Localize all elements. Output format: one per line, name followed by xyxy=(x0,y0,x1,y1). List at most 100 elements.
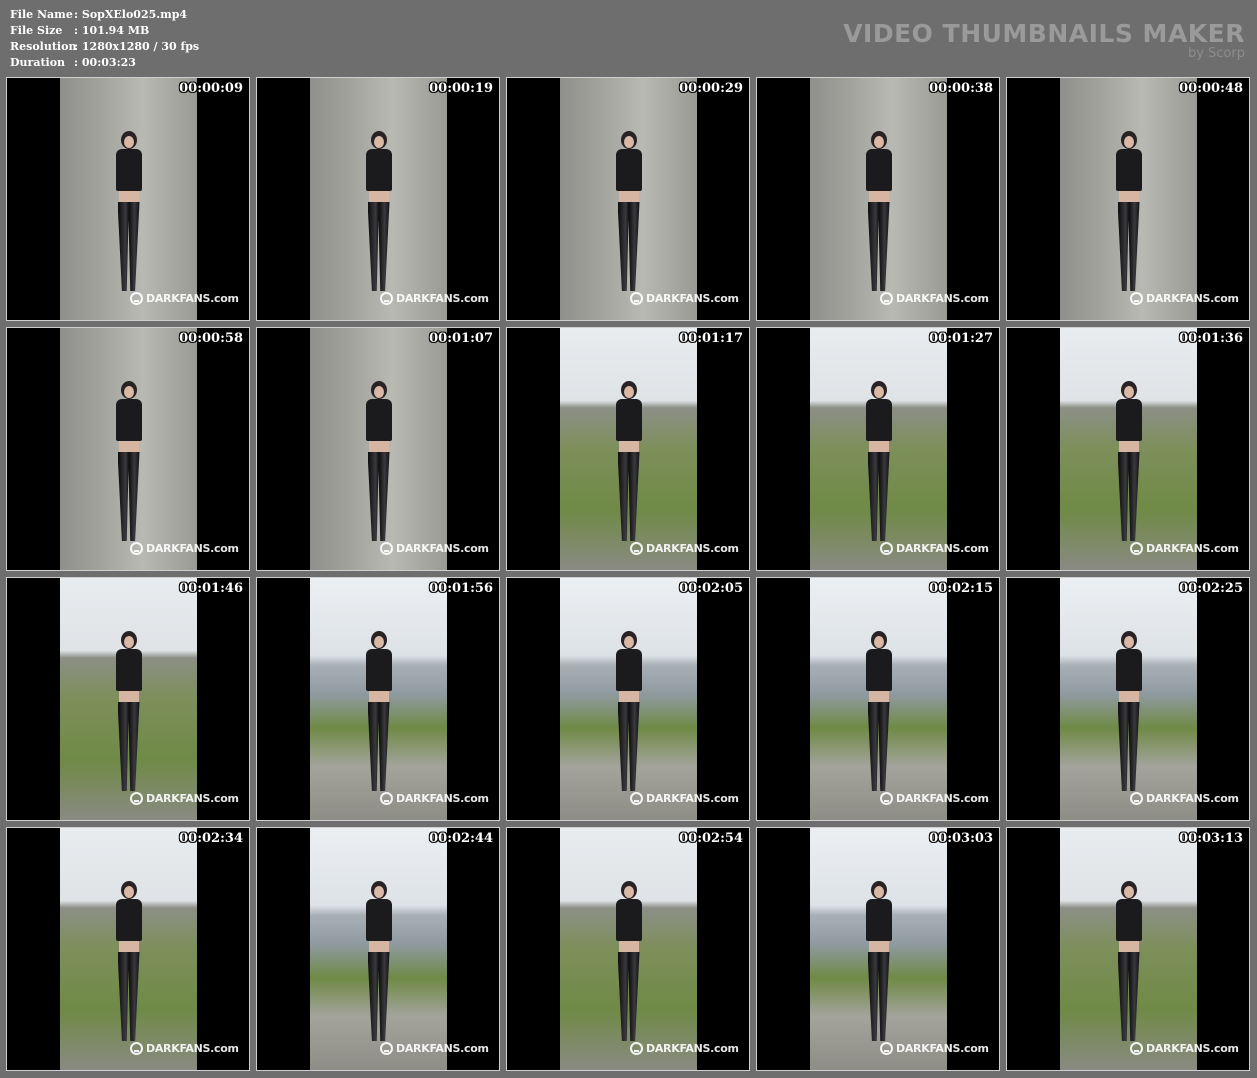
thumbnail[interactable]: 00:02:44 DARKFANS.com xyxy=(256,827,500,1071)
resolution-row: Resolution : 1280x1280 / 30 fps xyxy=(10,39,199,55)
thumbnail[interactable]: 00:01:27 DARKFANS.com xyxy=(756,327,1000,571)
watermark: DARKFANS.com xyxy=(880,1042,989,1055)
thumbnail-image xyxy=(1060,328,1197,570)
watermark-text: DARKFANS.com xyxy=(896,292,989,305)
watermark-text: DARKFANS.com xyxy=(146,1042,239,1055)
watermark-logo-icon xyxy=(630,292,643,305)
timestamp: 00:02:25 xyxy=(1179,581,1243,596)
watermark: DARKFANS.com xyxy=(630,542,739,555)
thumbnail[interactable]: 00:03:03 DARKFANS.com xyxy=(756,827,1000,1071)
thumbnail-image xyxy=(560,78,697,320)
thumbnail[interactable]: 00:02:25 DARKFANS.com xyxy=(1006,577,1250,821)
timestamp: 00:01:27 xyxy=(929,331,993,346)
thumbnail-image xyxy=(310,328,447,570)
watermark-logo-icon xyxy=(880,792,893,805)
person-figure xyxy=(1115,631,1142,791)
thumbnail[interactable]: 00:02:15 DARKFANS.com xyxy=(756,577,1000,821)
thumbnail-image xyxy=(810,78,947,320)
thumbnail[interactable]: 00:00:48 DARKFANS.com xyxy=(1006,77,1250,321)
timestamp: 00:02:05 xyxy=(679,581,743,596)
watermark-logo-icon xyxy=(630,792,643,805)
watermark-text: DARKFANS.com xyxy=(146,542,239,555)
watermark-logo-icon xyxy=(130,1042,143,1055)
person-figure xyxy=(865,131,892,291)
person-figure xyxy=(1115,131,1142,291)
watermark: DARKFANS.com xyxy=(380,542,489,555)
timestamp: 00:01:17 xyxy=(679,331,743,346)
thumbnail-image xyxy=(60,578,197,820)
watermark: DARKFANS.com xyxy=(880,292,989,305)
watermark: DARKFANS.com xyxy=(630,292,739,305)
watermark-text: DARKFANS.com xyxy=(146,292,239,305)
person-figure xyxy=(115,631,142,791)
watermark-logo-icon xyxy=(1130,542,1143,555)
thumbnail-image xyxy=(560,328,697,570)
file-name-row: File Name : SopXElo025.mp4 xyxy=(10,7,199,23)
thumbnail[interactable]: 00:00:58 DARKFANS.com xyxy=(6,327,250,571)
watermark-text: DARKFANS.com xyxy=(396,542,489,555)
watermark-text: DARKFANS.com xyxy=(1146,1042,1239,1055)
timestamp: 00:01:36 xyxy=(1179,331,1243,346)
watermark: DARKFANS.com xyxy=(880,792,989,805)
thumbnail[interactable]: 00:00:19 DARKFANS.com xyxy=(256,77,500,321)
watermark: DARKFANS.com xyxy=(1130,1042,1239,1055)
file-size-label: File Size xyxy=(10,24,63,37)
thumbnail[interactable]: 00:01:36 DARKFANS.com xyxy=(1006,327,1250,571)
thumbnail-image xyxy=(60,78,197,320)
person-figure xyxy=(865,631,892,791)
timestamp: 00:00:19 xyxy=(429,81,493,96)
watermark-logo-icon xyxy=(380,1042,393,1055)
timestamp: 00:01:07 xyxy=(429,331,493,346)
person-figure xyxy=(115,131,142,291)
thumbnail[interactable]: 00:03:13 DARKFANS.com xyxy=(1006,827,1250,1071)
timestamp: 00:01:56 xyxy=(429,581,493,596)
watermark-text: DARKFANS.com xyxy=(146,792,239,805)
watermark: DARKFANS.com xyxy=(380,1042,489,1055)
watermark-logo-icon xyxy=(880,542,893,555)
thumbnail[interactable]: 00:01:07 DARKFANS.com xyxy=(256,327,500,571)
thumbnail-image xyxy=(810,328,947,570)
person-figure xyxy=(365,881,392,1041)
watermark: DARKFANS.com xyxy=(380,792,489,805)
duration-label: Duration xyxy=(10,56,66,69)
watermark: DARKFANS.com xyxy=(1130,542,1239,555)
thumbnail[interactable]: 00:01:46 DARKFANS.com xyxy=(6,577,250,821)
timestamp: 00:02:34 xyxy=(179,831,243,846)
thumbnail[interactable]: 00:02:54 DARKFANS.com xyxy=(506,827,750,1071)
thumbnail-image xyxy=(810,578,947,820)
thumbnail[interactable]: 00:01:17 DARKFANS.com xyxy=(506,327,750,571)
watermark-text: DARKFANS.com xyxy=(1146,542,1239,555)
thumbnail[interactable]: 00:02:34 DARKFANS.com xyxy=(6,827,250,1071)
person-figure xyxy=(115,381,142,541)
watermark: DARKFANS.com xyxy=(130,1042,239,1055)
timestamp: 00:02:54 xyxy=(679,831,743,846)
watermark-logo-icon xyxy=(380,792,393,805)
watermark: DARKFANS.com xyxy=(630,1042,739,1055)
watermark-text: DARKFANS.com xyxy=(396,792,489,805)
person-figure xyxy=(615,881,642,1041)
file-name-value: : SopXElo025.mp4 xyxy=(74,8,188,21)
watermark-logo-icon xyxy=(380,292,393,305)
thumbnail-image xyxy=(560,578,697,820)
watermark: DARKFANS.com xyxy=(130,542,239,555)
thumbnail[interactable]: 00:01:56 DARKFANS.com xyxy=(256,577,500,821)
watermark-logo-icon xyxy=(880,292,893,305)
timestamp: 00:00:48 xyxy=(1179,81,1243,96)
file-size-value: : 101.94 MB xyxy=(74,24,150,37)
duration-value: : 00:03:23 xyxy=(74,56,136,69)
thumbnail-image xyxy=(60,328,197,570)
watermark-logo-icon xyxy=(630,1042,643,1055)
watermark-text: DARKFANS.com xyxy=(896,1042,989,1055)
thumbnail-image xyxy=(1060,78,1197,320)
duration-row: Duration : 00:03:23 xyxy=(10,55,199,71)
resolution-label: Resolution xyxy=(10,40,77,53)
watermark: DARKFANS.com xyxy=(380,292,489,305)
thumbnail[interactable]: 00:00:09 DARKFANS.com xyxy=(6,77,250,321)
thumbnail-image xyxy=(60,828,197,1070)
thumbnail[interactable]: 00:02:05 DARKFANS.com xyxy=(506,577,750,821)
thumbnail[interactable]: 00:00:29 DARKFANS.com xyxy=(506,77,750,321)
watermark-logo-icon xyxy=(130,792,143,805)
thumbnail[interactable]: 00:00:38 DARKFANS.com xyxy=(756,77,1000,321)
watermark: DARKFANS.com xyxy=(880,542,989,555)
file-name-label: File Name xyxy=(10,8,73,21)
